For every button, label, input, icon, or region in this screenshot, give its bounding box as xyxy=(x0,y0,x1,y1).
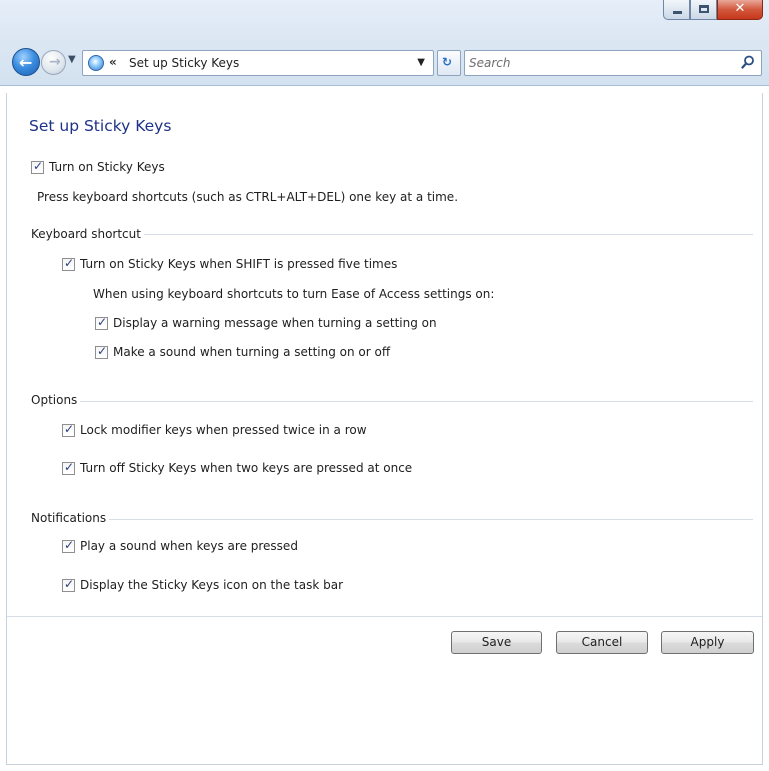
shortcut-info-text: When using keyboard shortcuts to turn Ea… xyxy=(93,287,495,301)
breadcrumb-overflow-button[interactable]: « xyxy=(109,55,117,69)
forward-arrow-icon: → xyxy=(49,54,61,70)
turn-on-description: Press keyboard shortcuts (such as CTRL+A… xyxy=(37,190,459,204)
turn-on-sticky-keys-label: Turn on Sticky Keys xyxy=(49,160,165,174)
display-icon-checkbox[interactable]: ✓ xyxy=(62,576,75,592)
shift-five-times-checkbox[interactable]: ✓ xyxy=(62,255,75,271)
page-title: Set up Sticky Keys xyxy=(29,117,172,135)
turn-off-two-keys-label: Turn off Sticky Keys when two keys are p… xyxy=(80,461,413,475)
refresh-button[interactable]: ↻ xyxy=(437,50,461,76)
button-bar-divider xyxy=(7,616,762,617)
warning-message-checkbox[interactable]: ✓ xyxy=(95,314,108,330)
address-dropdown-icon[interactable]: ▼ xyxy=(417,57,425,68)
lock-modifier-label: Lock modifier keys when pressed twice in… xyxy=(80,423,367,437)
shift-five-times-row[interactable]: ✓ Turn on Sticky Keys when SHIFT is pres… xyxy=(62,255,398,271)
navigation-bar: ← → ▼ « Set up Sticky Keys ▼ ↻ xyxy=(12,46,762,78)
turn-on-sticky-keys-row[interactable]: ✓ Turn on Sticky Keys xyxy=(31,158,165,174)
make-sound-checkbox[interactable]: ✓ xyxy=(95,343,108,359)
turn-on-sticky-keys-checkbox[interactable]: ✓ xyxy=(31,158,44,174)
make-sound-row[interactable]: ✓ Make a sound when turning a setting on… xyxy=(95,343,391,359)
shift-five-times-label: Turn on Sticky Keys when SHIFT is presse… xyxy=(80,257,398,271)
back-arrow-icon: ← xyxy=(19,53,33,72)
checkmark-icon: ✓ xyxy=(97,314,108,329)
play-sound-label: Play a sound when keys are pressed xyxy=(80,539,298,553)
keyboard-shortcut-heading: Keyboard shortcut xyxy=(31,227,144,241)
minimize-button[interactable] xyxy=(663,0,690,20)
turn-off-two-keys-row[interactable]: ✓ Turn off Sticky Keys when two keys are… xyxy=(62,459,413,475)
caption-buttons: ✕ xyxy=(663,0,763,21)
search-input[interactable] xyxy=(469,54,729,72)
turn-off-two-keys-checkbox[interactable]: ✓ xyxy=(62,459,75,475)
warning-message-row[interactable]: ✓ Display a warning message when turning… xyxy=(95,314,437,330)
checkmark-icon: ✓ xyxy=(64,255,75,270)
checkmark-icon: ✓ xyxy=(64,576,75,591)
maximize-icon xyxy=(699,5,709,13)
search-icon[interactable] xyxy=(741,55,755,69)
play-sound-checkbox[interactable]: ✓ xyxy=(62,537,75,553)
options-divider xyxy=(31,401,753,402)
options-heading: Options xyxy=(31,393,81,407)
close-button[interactable]: ✕ xyxy=(717,0,763,20)
content-area: Set up Sticky Keys ✓ Turn on Sticky Keys… xyxy=(0,87,769,771)
checkmark-icon: ✓ xyxy=(64,537,75,552)
cancel-button[interactable]: Cancel xyxy=(556,631,648,654)
apply-button[interactable]: Apply xyxy=(661,631,754,654)
checkmark-icon: ✓ xyxy=(64,459,75,474)
maximize-button[interactable] xyxy=(690,0,717,20)
notifications-divider xyxy=(31,519,753,520)
save-button[interactable]: Save xyxy=(451,631,542,654)
make-sound-label: Make a sound when turning a setting on o… xyxy=(113,345,391,359)
warning-message-label: Display a warning message when turning a… xyxy=(113,316,437,330)
control-panel-icon xyxy=(88,55,104,71)
checkmark-icon: ✓ xyxy=(33,158,44,173)
display-icon-label: Display the Sticky Keys icon on the task… xyxy=(80,578,344,592)
sticky-keys-window: ✕ ← → ▼ « Set up Sticky Keys ▼ ↻ Search … xyxy=(0,0,769,771)
recent-pages-dropdown-icon[interactable]: ▼ xyxy=(68,54,76,65)
notifications-heading: Notifications xyxy=(31,511,110,525)
breadcrumb-current[interactable]: Set up Sticky Keys xyxy=(129,56,239,70)
window-chrome: ✕ ← → ▼ « Set up Sticky Keys ▼ ↻ xyxy=(0,0,769,86)
forward-button[interactable]: → xyxy=(41,50,66,75)
checkmark-icon: ✓ xyxy=(64,421,75,436)
lock-modifier-row[interactable]: ✓ Lock modifier keys when pressed twice … xyxy=(62,421,367,437)
lock-modifier-checkbox[interactable]: ✓ xyxy=(62,421,75,437)
search-box xyxy=(464,50,762,76)
close-icon: ✕ xyxy=(734,1,746,16)
checkmark-icon: ✓ xyxy=(97,343,108,358)
refresh-icon: ↻ xyxy=(442,55,453,69)
display-icon-row[interactable]: ✓ Display the Sticky Keys icon on the ta… xyxy=(62,576,344,592)
minimize-icon xyxy=(673,11,682,14)
back-button[interactable]: ← xyxy=(12,48,40,76)
address-bar[interactable]: « Set up Sticky Keys ▼ xyxy=(82,50,434,76)
play-sound-row[interactable]: ✓ Play a sound when keys are pressed xyxy=(62,537,298,553)
